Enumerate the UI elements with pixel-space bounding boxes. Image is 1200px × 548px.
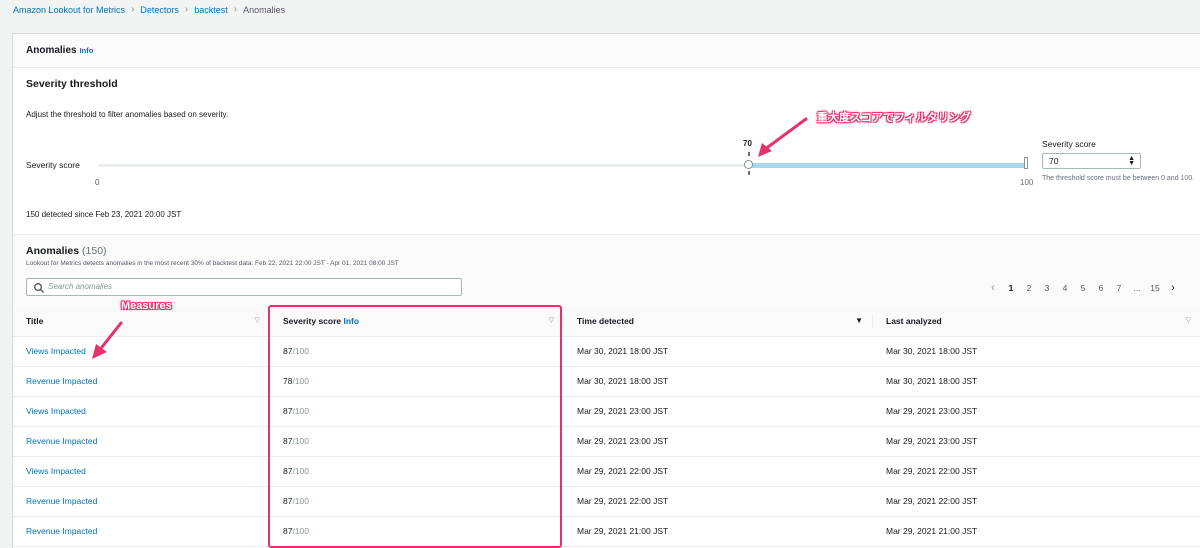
page-link-6[interactable]: 6 <box>1092 283 1110 293</box>
slider-tick <box>748 171 750 175</box>
cell-time-detected: Mar 30, 2021 18:00 JST <box>564 366 873 397</box>
cell-time-detected: Mar 29, 2021 22:00 JST <box>564 456 873 487</box>
table-row: Views Impacted 87/100 Mar 30, 2021 18:00… <box>13 336 1200 367</box>
breadcrumb-backtest[interactable]: backtest <box>194 5 228 15</box>
search-icon <box>34 283 45 294</box>
annotation-measures-note: Measures <box>121 300 172 312</box>
cell-last-analyzed: Mar 29, 2021 22:00 JST <box>873 486 1200 517</box>
severity-slider-label: Severity score <box>26 160 80 170</box>
anomaly-title-link[interactable]: Revenue Impacted <box>26 436 97 446</box>
page-link-5[interactable]: 5 <box>1074 283 1092 293</box>
detected-count-text: 150 detected since Feb 23, 2021 20:00 JS… <box>26 210 182 219</box>
anomalies-description: Lookout for Metrics detects anomalies in… <box>26 260 399 267</box>
pagination: ‹ 1 2 3 4 5 6 7 ... 15 › <box>984 282 1182 294</box>
cell-time-detected: Mar 29, 2021 21:00 JST <box>564 516 873 547</box>
chevron-right-icon[interactable]: › <box>1164 282 1182 294</box>
anomaly-title-link[interactable]: Views Impacted <box>26 466 86 476</box>
table-row: Revenue Impacted 87/100 Mar 29, 2021 23:… <box>13 426 1200 457</box>
column-title-label: Title <box>26 315 44 326</box>
search-placeholder: Search anomalies <box>48 282 113 291</box>
anomaly-title-link[interactable]: Views Impacted <box>26 406 86 416</box>
page-link-7[interactable]: 7 <box>1110 283 1128 293</box>
cell-time-detected: Mar 29, 2021 23:00 JST <box>564 426 873 457</box>
severity-slider-handle[interactable] <box>744 160 753 169</box>
slider-min-label: 0 <box>95 178 100 187</box>
sort-icon[interactable]: ▽ <box>255 316 260 324</box>
severity-score-value: 70 <box>1049 156 1059 166</box>
cell-title: Revenue Impacted <box>13 516 270 547</box>
anomalies-count: (150) <box>82 245 107 257</box>
table-header-row: Title ▽ Severity score Info ▽ Time detec… <box>13 306 1200 337</box>
sort-icon[interactable]: ▽ <box>1186 316 1191 324</box>
page-link-3[interactable]: 3 <box>1038 283 1056 293</box>
chevron-right-icon: › <box>131 4 135 15</box>
anomaly-title-link[interactable]: Revenue Impacted <box>26 376 97 386</box>
cell-title: Revenue Impacted <box>13 426 270 457</box>
anomalies-title: Anomalies (150) <box>26 245 107 257</box>
cell-last-analyzed: Mar 30, 2021 18:00 JST <box>873 336 1200 367</box>
cell-title: Views Impacted <box>13 456 270 487</box>
table-row: Revenue Impacted 78/100 Mar 30, 2021 18:… <box>13 366 1200 397</box>
severity-description: Adjust the threshold to filter anomalies… <box>26 110 229 119</box>
cell-title: Views Impacted <box>13 396 270 427</box>
column-time-detected[interactable]: Time detected ▼ <box>564 306 873 337</box>
anomalies-table: Title ▽ Severity score Info ▽ Time detec… <box>13 306 1200 547</box>
anomalies-title-text: Anomalies <box>26 245 80 257</box>
severity-score-label: Severity score <box>1042 139 1096 149</box>
chevron-right-icon: › <box>233 4 238 15</box>
severity-threshold-title: Severity threshold <box>26 78 118 90</box>
breadcrumb-lookout[interactable]: Amazon Lookout for Metrics <box>13 5 125 15</box>
page-link-1[interactable]: 1 <box>1002 283 1020 293</box>
cell-last-analyzed: Mar 29, 2021 23:00 JST <box>873 426 1200 457</box>
table-row: Revenue Impacted 87/100 Mar 29, 2021 21:… <box>13 516 1200 547</box>
chevron-right-icon: › <box>184 4 189 15</box>
page-ellipsis: ... <box>1133 283 1141 293</box>
breadcrumb-detectors[interactable]: Detectors <box>140 5 179 15</box>
search-input[interactable]: Search anomalies <box>26 278 462 296</box>
page-title-text: Anomalies <box>26 45 77 56</box>
column-last-analyzed[interactable]: Last analyzed ▽ <box>873 306 1200 337</box>
cell-title: Views Impacted <box>13 336 270 367</box>
info-link[interactable]: Info <box>80 46 94 55</box>
severity-score-input[interactable]: 70 ▲ ▼ <box>1042 153 1141 169</box>
breadcrumb: Amazon Lookout for Metrics › Detectors ›… <box>13 4 285 15</box>
slider-tick <box>748 152 750 156</box>
column-time-detected-label: Time detected <box>577 315 635 326</box>
anomaly-title-link[interactable]: Revenue Impacted <box>26 526 97 536</box>
cell-title: Revenue Impacted <box>13 486 270 517</box>
cell-time-detected: Mar 29, 2021 23:00 JST <box>564 396 873 427</box>
severity-slider-fill <box>748 163 1028 168</box>
anomalies-panel: Anomalies Info Severity threshold Adjust … <box>12 33 1200 548</box>
table-row: Revenue Impacted 87/100 Mar 29, 2021 22:… <box>13 486 1200 517</box>
table-row: Views Impacted 87/100 Mar 29, 2021 22:00… <box>13 456 1200 487</box>
severity-highlight-box <box>268 305 562 548</box>
table-row: Views Impacted 87/100 Mar 29, 2021 23:00… <box>13 396 1200 427</box>
slider-max-label: 100 <box>1020 178 1034 187</box>
page-link-15[interactable]: 15 <box>1146 283 1164 293</box>
column-last-analyzed-label: Last analyzed <box>886 315 942 326</box>
anomaly-title-link[interactable]: Views Impacted <box>26 346 86 356</box>
stepper-icon[interactable]: ▲ ▼ <box>1128 155 1135 167</box>
panel-header: Anomalies Info <box>13 34 1200 68</box>
cell-time-detected: Mar 29, 2021 22:00 JST <box>564 486 873 517</box>
slider-end-marker <box>1024 157 1028 169</box>
anomaly-title-link[interactable]: Revenue Impacted <box>26 496 97 506</box>
breadcrumb-current: Anomalies <box>243 4 286 15</box>
cell-title: Revenue Impacted <box>13 366 270 397</box>
severity-score-hint: The threshold score must be between 0 an… <box>1042 175 1195 182</box>
sort-desc-icon[interactable]: ▼ <box>855 316 863 325</box>
cell-last-analyzed: Mar 29, 2021 23:00 JST <box>873 396 1200 427</box>
cell-last-analyzed: Mar 30, 2021 18:00 JST <box>873 366 1200 397</box>
page-link-4[interactable]: 4 <box>1056 283 1074 293</box>
cell-last-analyzed: Mar 29, 2021 22:00 JST <box>873 456 1200 487</box>
annotation-filter-note: 重大度スコアでフィルタリング <box>817 112 971 124</box>
page-title: Anomalies Info <box>26 45 93 56</box>
chevron-left-icon[interactable]: ‹ <box>984 282 1002 294</box>
slider-value-label: 70 <box>743 139 752 148</box>
page-link-2[interactable]: 2 <box>1020 283 1038 293</box>
cell-time-detected: Mar 30, 2021 18:00 JST <box>564 336 873 367</box>
cell-last-analyzed: Mar 29, 2021 21:00 JST <box>873 516 1200 547</box>
